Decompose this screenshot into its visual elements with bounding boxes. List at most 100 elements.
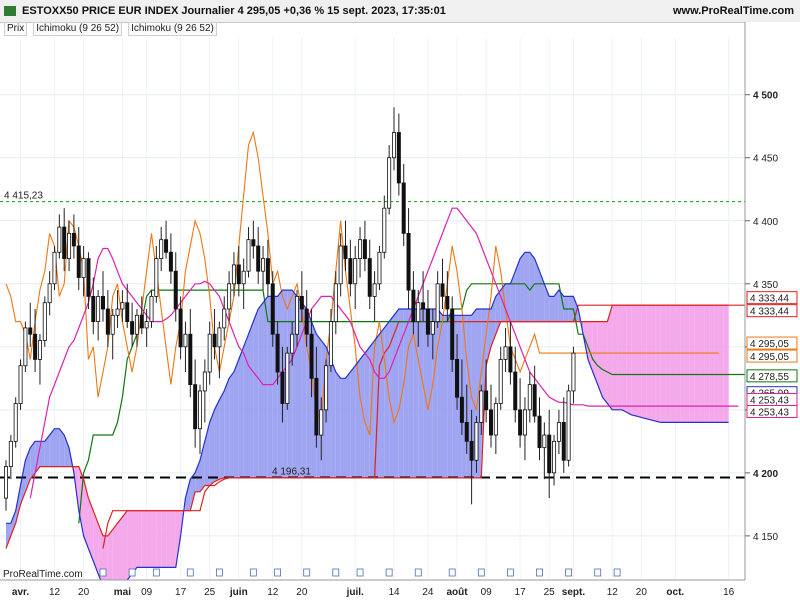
candle-body (81, 258, 86, 278)
candle (42, 296, 47, 347)
candle-body (435, 283, 440, 323)
cloud-segment (520, 252, 525, 322)
candle-body (139, 314, 144, 329)
reference-line-label: 4 415,23 (4, 191, 43, 202)
candle-body (256, 245, 261, 272)
candle-body (377, 251, 382, 285)
x-tick-label: août (446, 587, 468, 598)
candle (285, 346, 290, 410)
candle-body (37, 340, 42, 360)
candle-body (130, 321, 135, 335)
price-chart[interactable]: 4 415,234 196,314 5004 4504 4004 3504 30… (0, 0, 800, 600)
candle-body (52, 251, 57, 285)
x-tick-label: 17 (175, 587, 187, 598)
candle (52, 245, 57, 291)
cloud-segment (718, 305, 724, 423)
candle (37, 334, 42, 385)
candle-body (537, 415, 542, 449)
cloud-segment (626, 305, 632, 415)
cloud-segment (612, 305, 618, 410)
cloud-segment (714, 305, 719, 423)
candle-body (188, 333, 193, 386)
event-markers (99, 568, 621, 577)
candle (125, 283, 130, 328)
cloud-segment (224, 378, 230, 478)
candle (440, 258, 445, 309)
cloud-segment (141, 510, 147, 568)
cloud-segment (602, 321, 608, 404)
candle (246, 227, 251, 278)
candle-body (396, 132, 401, 184)
event-icon (303, 568, 311, 577)
x-tick-label: 25 (204, 587, 216, 598)
event-icon (249, 568, 257, 577)
cloud-segment (699, 305, 705, 423)
cloud-segment (161, 510, 167, 568)
candle-body (469, 440, 474, 461)
candle-body (498, 359, 503, 404)
x-tick-label: 25 (544, 587, 556, 598)
candle (527, 372, 532, 423)
reference-line-label: 4 196,31 (272, 467, 311, 478)
candle (571, 346, 576, 404)
event-icon (448, 568, 456, 577)
event-icon (594, 568, 602, 577)
candle-body (120, 302, 125, 310)
candle-body (173, 270, 178, 310)
cloud-segment (394, 309, 399, 478)
candle (76, 227, 81, 291)
candle (406, 208, 411, 309)
candle (391, 107, 396, 171)
cloud-segment (335, 372, 341, 478)
event-icon (128, 568, 136, 577)
candle-body (358, 239, 363, 259)
candle (353, 245, 358, 309)
candle (556, 409, 561, 454)
candle-body (217, 327, 222, 348)
watermark-logo: ProRealTime.com (3, 569, 83, 580)
candle-body (23, 327, 28, 367)
candle-body (382, 207, 387, 253)
candle-body (464, 422, 469, 442)
candle-body (227, 283, 232, 310)
candle (47, 271, 52, 316)
x-tick-label: oct. (666, 587, 684, 598)
candle-body (101, 295, 106, 310)
candle-body (571, 352, 576, 392)
event-icon (99, 568, 107, 577)
candle-body (527, 384, 532, 411)
candle (241, 258, 246, 309)
cloud-segment (54, 428, 60, 467)
candle-body (294, 295, 299, 335)
candle-body (290, 333, 295, 354)
candle (18, 359, 23, 410)
candle-body (552, 440, 557, 474)
candle-body (164, 239, 169, 253)
candle-body (430, 321, 435, 335)
candle (188, 309, 193, 398)
candle-body (425, 308, 430, 335)
candle-body (338, 245, 343, 285)
candle-body (299, 295, 304, 310)
candle (387, 145, 392, 215)
candle-body (265, 258, 270, 285)
candle (358, 227, 363, 278)
y-tick-label: 4 350 (753, 280, 778, 291)
candle-body (270, 283, 275, 335)
candle-body (561, 422, 566, 461)
candle-body (474, 422, 479, 461)
candle-body (261, 258, 266, 272)
event-icon (274, 568, 282, 577)
candle-body (508, 346, 513, 373)
candle-body (362, 239, 367, 259)
candle (154, 245, 159, 303)
x-tick-label: juin (229, 587, 248, 598)
cloud-segment (384, 321, 390, 478)
candle-body (212, 333, 217, 348)
cloud-segment (442, 315, 448, 478)
cloud-segment (641, 305, 647, 419)
cloud-segment (166, 510, 171, 568)
event-icon (536, 568, 543, 577)
candle (130, 302, 135, 347)
candle (328, 309, 333, 373)
